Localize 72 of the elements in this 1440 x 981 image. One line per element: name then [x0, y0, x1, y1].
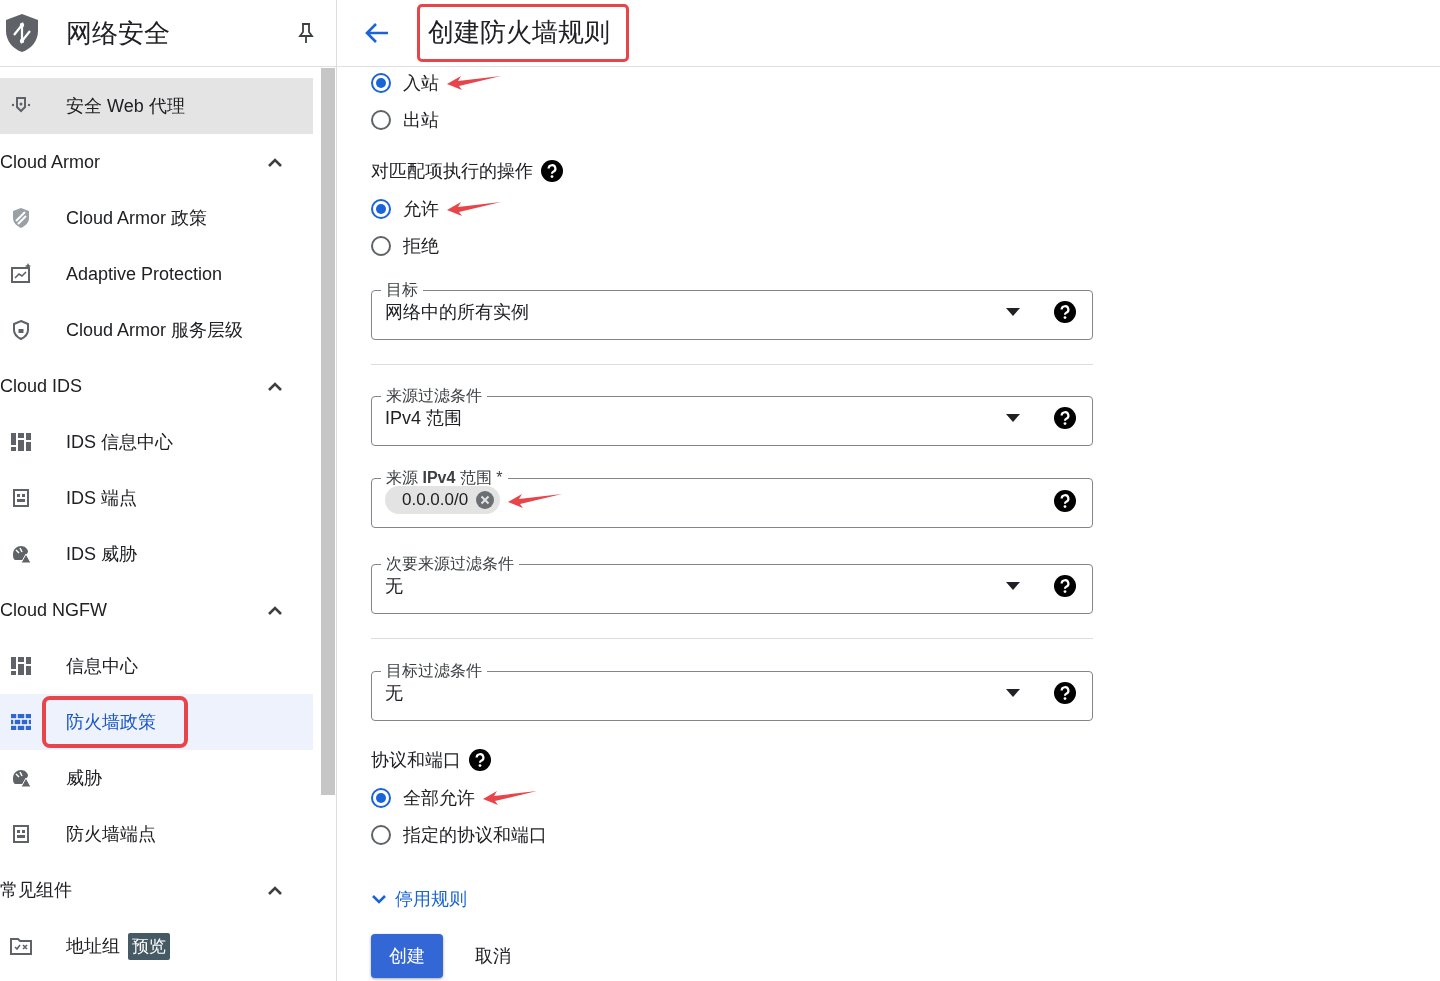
radio-button[interactable]	[371, 824, 391, 845]
section-heading: Cloud NGFW	[0, 599, 107, 621]
radio-label: 全部允许	[403, 786, 475, 810]
chart-sparkle-icon	[9, 262, 33, 286]
nav-item[interactable]: IDS 信息中心	[0, 414, 313, 470]
chevron-icon	[267, 157, 283, 167]
group-label: 对匹配项执行的操作	[371, 160, 533, 183]
section-heading: Cloud Armor	[0, 151, 101, 173]
nav-item[interactable]: Cloud Armor 政策	[0, 190, 313, 246]
field-label: 来源过滤条件	[385, 386, 483, 406]
section-heading: Cloud IDS	[0, 375, 83, 397]
radio-button[interactable]	[371, 198, 391, 219]
nav-item[interactable]: 地址组 预览	[0, 918, 313, 974]
chevron-icon	[267, 605, 283, 615]
select-field[interactable]: 目标过滤条件 无	[371, 661, 1093, 721]
radio-label: 拒绝	[403, 234, 439, 258]
radio-label: 指定的协议和端口	[403, 823, 547, 847]
annotation-highlight-box: 防火墙政策	[42, 696, 188, 748]
field-value: IPv4 范围	[385, 407, 464, 430]
shield-logo-icon	[4, 13, 40, 53]
radio-button[interactable]	[371, 235, 391, 256]
field-label: 次要来源过滤条件	[385, 554, 515, 574]
dropdown-caret-icon	[1006, 308, 1020, 316]
group-label: 协议和端口	[371, 749, 461, 772]
radio-label: 入站	[403, 71, 439, 95]
select-field[interactable]: 目标 网络中的所有实例	[371, 280, 1093, 340]
back-arrow-icon[interactable]	[365, 22, 389, 44]
field-value: 无	[385, 682, 404, 705]
nav-item[interactable]: 防火墙政策	[0, 694, 313, 750]
radio-button[interactable]	[371, 787, 391, 808]
field-value: 网络中的所有实例	[385, 301, 530, 324]
pin-icon[interactable]	[298, 22, 314, 44]
chevron-icon	[267, 381, 283, 391]
disable-rule-toggle[interactable]: 停用规则	[371, 886, 467, 912]
field-label: 来源 IPv4 范围 *	[385, 468, 504, 488]
preview-badge: 预览	[128, 932, 170, 960]
dropdown-caret-icon	[1006, 414, 1020, 422]
dropdown-caret-icon	[1006, 689, 1020, 697]
field-value: 无	[385, 575, 404, 598]
radio-button[interactable]	[371, 72, 391, 93]
section-toggle[interactable]	[267, 157, 283, 167]
dashboard-icon	[9, 430, 33, 454]
radio-label: 允许	[403, 197, 439, 221]
section-heading: 常见组件	[0, 879, 72, 902]
chip-input-field[interactable]: 来源 IPv4 范围 * 0.0.0.0/0	[371, 468, 1093, 528]
ip-chip[interactable]: 0.0.0.0/0	[385, 486, 501, 514]
nav-item[interactable]: Cloud Armor 服务层级	[0, 302, 313, 358]
field-label: 目标过滤条件	[385, 661, 483, 681]
nav-item[interactable]: IDS 端点	[0, 470, 313, 526]
section-toggle[interactable]	[267, 605, 283, 615]
field-label: 目标	[385, 280, 419, 300]
nav-item[interactable]: IDS 威胁	[0, 526, 313, 582]
nav-item[interactable]: 威胁	[0, 750, 313, 806]
dropdown-caret-icon	[1006, 582, 1020, 590]
cancel-button[interactable]: 取消	[457, 934, 529, 978]
section-toggle[interactable]	[267, 381, 283, 391]
select-field[interactable]: 来源过滤条件 IPv4 范围	[371, 386, 1093, 446]
select-field[interactable]: 次要来源过滤条件 无	[371, 554, 1093, 614]
radio-label: 出站	[403, 108, 439, 132]
chevron-icon	[371, 894, 387, 904]
create-button[interactable]: 创建	[371, 934, 443, 978]
remove-icon[interactable]	[476, 491, 495, 509]
section-toggle[interactable]	[267, 885, 283, 895]
nav-item[interactable]: 安全 Web 代理	[0, 78, 313, 134]
dashboard-icon	[9, 654, 33, 678]
nav-item[interactable]: 防火墙端点	[0, 806, 313, 862]
chevron-icon	[267, 885, 283, 895]
nav-item[interactable]: 信息中心	[0, 638, 313, 694]
page-title: 创建防火墙规则	[417, 4, 629, 62]
app-title: 网络安全	[66, 16, 171, 50]
radio-button[interactable]	[371, 109, 391, 130]
nav-item[interactable]: Adaptive Protection	[0, 246, 313, 302]
